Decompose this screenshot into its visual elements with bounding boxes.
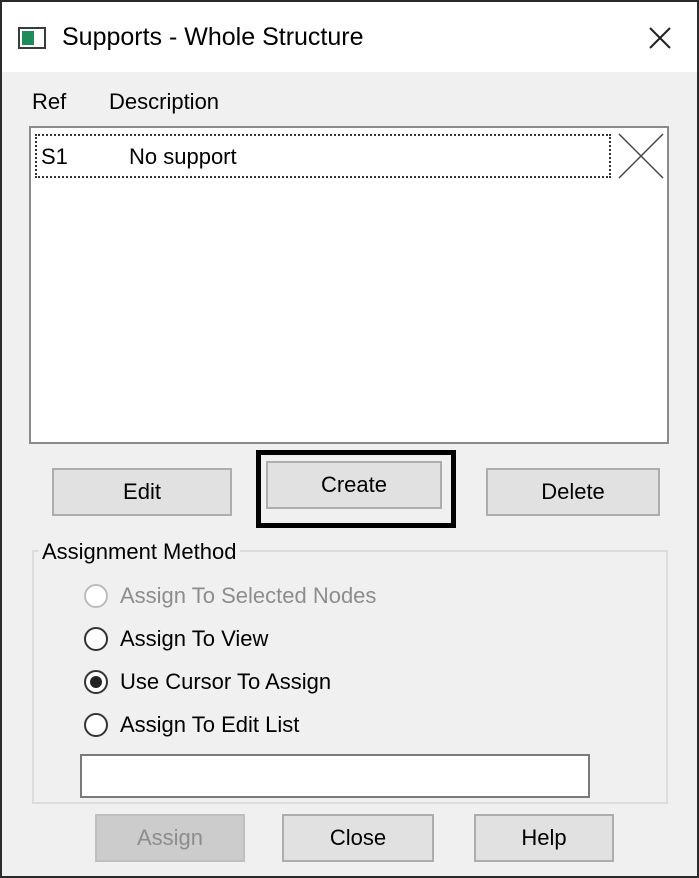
radio-assign-to-selected-nodes: Assign To Selected Nodes — [84, 580, 376, 612]
edit-button[interactable]: Edit — [52, 468, 232, 516]
help-button[interactable]: Help — [474, 814, 614, 862]
column-header-ref[interactable]: Ref — [32, 89, 66, 115]
radio-label[interactable]: Assign To Edit List — [120, 712, 299, 738]
radio-button[interactable] — [84, 713, 108, 737]
close-button[interactable]: Close — [282, 814, 434, 862]
supports-dialog: Supports - Whole Structure Ref Descripti… — [0, 0, 699, 878]
radio-label[interactable]: Assign To View — [120, 626, 268, 652]
radio-button — [84, 584, 108, 608]
radio-assign-to-edit-list[interactable]: Assign To Edit List — [84, 709, 299, 741]
supports-list[interactable]: S1 No support — [29, 126, 669, 444]
radio-button[interactable] — [84, 627, 108, 651]
edit-list-input[interactable] — [80, 754, 590, 798]
radio-assign-to-view[interactable]: Assign To View — [84, 623, 268, 655]
close-icon[interactable] — [644, 22, 676, 54]
radio-use-cursor-to-assign[interactable]: Use Cursor To Assign — [84, 666, 331, 698]
window-title: Supports - Whole Structure — [62, 23, 364, 51]
list-item-description: No support — [129, 144, 237, 169]
create-button-highlight — [256, 450, 456, 528]
column-header-description[interactable]: Description — [109, 89, 219, 115]
delete-button[interactable]: Delete — [486, 468, 660, 516]
radio-label: Assign To Selected Nodes — [120, 583, 377, 608]
cross-icon — [618, 133, 664, 179]
assign-button: Assign — [95, 814, 245, 862]
app-window-icon — [18, 27, 46, 49]
radio-button-selected[interactable] — [84, 670, 108, 694]
radio-label[interactable]: Use Cursor To Assign — [120, 669, 331, 695]
list-item-ref: S1 — [41, 144, 68, 169]
list-item-s1[interactable] — [35, 134, 611, 178]
assignment-method-label: Assignment Method — [38, 539, 241, 565]
title-bar: Supports - Whole Structure — [2, 2, 697, 72]
